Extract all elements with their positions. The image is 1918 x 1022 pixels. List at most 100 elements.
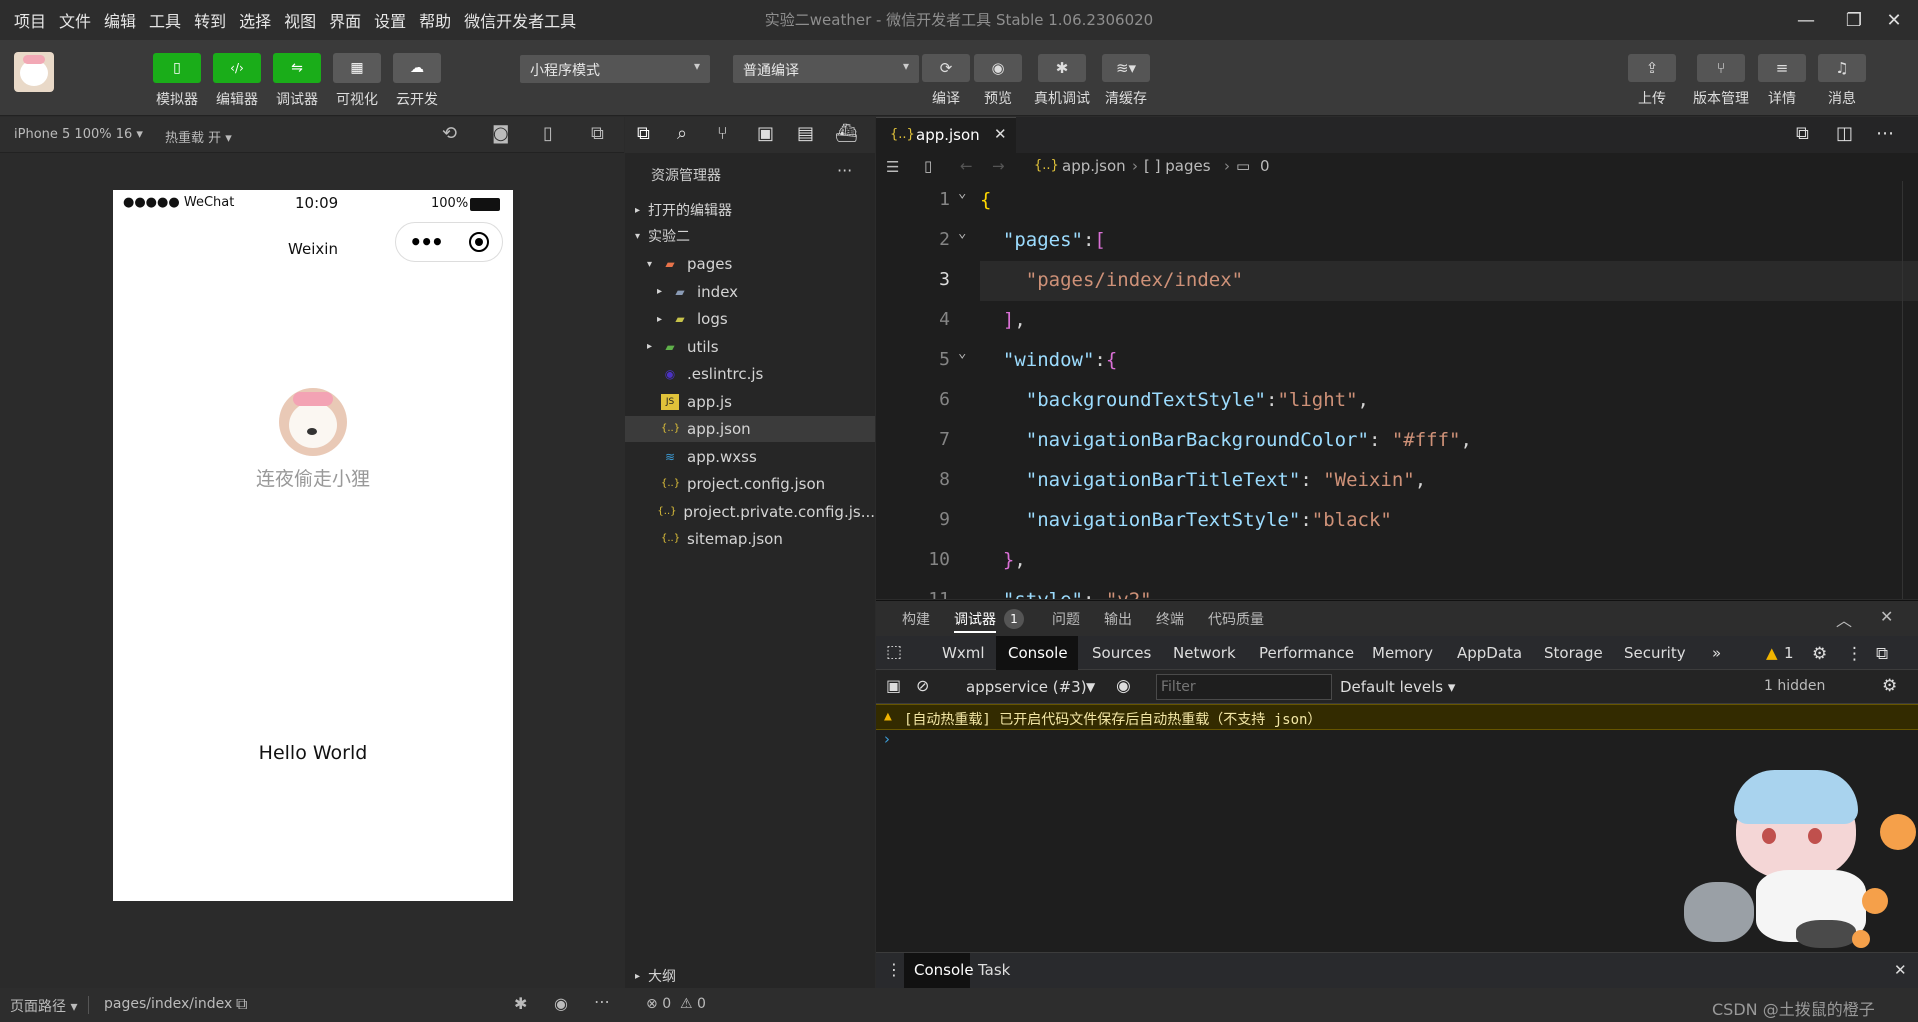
version-button[interactable]: ⑂ 版本管理 — [1686, 54, 1756, 108]
stop-icon[interactable]: ◙ — [492, 123, 509, 144]
drawer-tab-console[interactable]: Console — [914, 961, 974, 979]
tree-item[interactable]: ◉ .eslintrc.js — [625, 361, 875, 387]
tree-item[interactable]: ≋ app.wxss — [625, 444, 875, 470]
tab-code-quality[interactable]: 代码质量 — [1208, 609, 1264, 629]
tree-item[interactable]: ▸ ▰ utils — [625, 334, 875, 360]
more-tabs-icon[interactable]: » — [1712, 644, 1721, 662]
copy-path-icon[interactable]: ⧉ — [236, 994, 247, 1014]
editor-toggle[interactable]: ‹/› 编辑器 — [212, 53, 262, 109]
tab-problems[interactable]: 问题 — [1052, 609, 1080, 629]
more-icon[interactable]: ••• — [409, 230, 443, 254]
tree-item[interactable]: {..} project.config.json — [625, 471, 875, 497]
sidebar-toggle-icon[interactable]: ▣ — [886, 676, 901, 695]
tab-memory[interactable]: Memory — [1372, 644, 1433, 662]
simulator-toggle[interactable]: ▯ 模拟器 — [152, 53, 202, 109]
list-icon[interactable]: ☰ — [886, 158, 899, 176]
tab-storage[interactable]: Storage — [1544, 644, 1603, 662]
close-capsule-icon[interactable] — [468, 232, 489, 252]
upload-button[interactable]: ⇪ 上传 — [1622, 54, 1682, 108]
tab-debugger[interactable]: 调试器 — [954, 609, 996, 629]
tab-performance[interactable]: Performance — [1259, 644, 1354, 662]
compile-button[interactable]: ⟳ 编译 — [916, 54, 976, 108]
split-editor-icon[interactable]: ◫ — [1836, 123, 1853, 144]
clear-cache-button[interactable]: ≋▾ 清缓存 — [1096, 54, 1156, 108]
tree-item[interactable]: {..} project.private.config.js... — [625, 499, 875, 525]
warning-count-status[interactable]: ⚠ 0 — [680, 996, 706, 1012]
menu-item[interactable]: 视图 — [284, 8, 316, 32]
project-root[interactable]: ▾ 实验二 — [625, 223, 875, 249]
tab-console[interactable]: Console — [1008, 644, 1068, 662]
fold-icon[interactable]: ⌄ — [958, 225, 966, 241]
remote-debug-button[interactable]: ✱ 真机调试 — [1031, 54, 1093, 108]
breadcrumb-item[interactable]: app.json — [1062, 157, 1126, 175]
menu-item[interactable]: 编辑 — [104, 8, 136, 32]
drawer-tab-task[interactable]: Task — [978, 961, 1010, 979]
menu-item[interactable]: 转到 — [194, 8, 226, 32]
drawer-menu-icon[interactable]: ⋮ — [886, 960, 902, 979]
context-select[interactable]: appservice (#3) — [966, 678, 1087, 696]
details-button[interactable]: ≡ 详情 — [1752, 54, 1812, 108]
fold-icon[interactable]: ⌄ — [958, 345, 966, 361]
warning-icon[interactable]: ▲ — [1766, 644, 1778, 662]
close-drawer-icon[interactable]: ✕ — [1894, 961, 1907, 979]
outline-section[interactable]: ▸ 大纲 — [625, 963, 875, 989]
eye-icon[interactable]: ◉ — [554, 994, 568, 1013]
tab-sources[interactable]: Sources — [1092, 644, 1151, 662]
git-icon[interactable]: ⑂ — [717, 123, 728, 144]
inspect-icon[interactable]: ⬚ — [886, 642, 902, 662]
tab-build[interactable]: 构建 — [902, 609, 930, 629]
editor-more-icon[interactable]: ⋯ — [1876, 123, 1894, 144]
tab-app-json[interactable]: {..} app.json ✕ — [876, 117, 1016, 153]
breadcrumb-item[interactable]: [ ] pages — [1144, 157, 1211, 175]
levels-select[interactable]: Default levels ▾ — [1340, 678, 1455, 696]
scrollbar[interactable] — [1902, 181, 1918, 599]
docker-icon[interactable]: ⛴ — [835, 123, 858, 144]
more-actions-icon[interactable]: ··· — [837, 161, 852, 180]
close-window-button[interactable]: ✕ — [1870, 0, 1918, 40]
tree-item[interactable]: ▸ ▰ logs — [625, 306, 875, 332]
tree-item[interactable]: {..} app.json — [625, 416, 875, 442]
menu-item[interactable]: 帮助 — [419, 8, 451, 32]
debugger-toggle[interactable]: ⇋ 调试器 — [272, 53, 322, 109]
clear-console-icon[interactable]: ⊘ — [916, 676, 929, 695]
device-select[interactable]: iPhone 5 100% 16 ▾ — [14, 127, 143, 142]
forward-icon[interactable]: → — [992, 157, 1005, 175]
tree-item[interactable]: JS app.js — [625, 389, 875, 415]
chevron-down-icon[interactable]: ▼ — [1086, 680, 1095, 694]
devtools-more-icon[interactable]: ⋮ — [1846, 644, 1863, 664]
panel-icon[interactable]: ▤ — [797, 123, 814, 144]
mode-select[interactable]: 小程序模式 — [520, 55, 710, 83]
tree-item[interactable]: ▸ ▰ index — [625, 279, 875, 305]
collapse-panel-icon[interactable]: ︿ — [1836, 607, 1852, 631]
tree-item[interactable]: ▾ ▰ pages — [625, 251, 875, 277]
menu-item[interactable]: 文件 — [59, 8, 91, 32]
more-icon[interactable]: ⋯ — [594, 992, 610, 1011]
compile-select[interactable]: 普通编译 — [733, 55, 919, 83]
tab-terminal[interactable]: 终端 — [1156, 609, 1184, 629]
breadcrumb-item[interactable]: 0 — [1260, 157, 1270, 175]
tab-wxml[interactable]: Wxml — [942, 644, 985, 662]
menu-item[interactable]: 设置 — [374, 8, 406, 32]
preview-button[interactable]: ◉ 预览 — [968, 54, 1028, 108]
files-icon[interactable]: ⧉ — [637, 123, 650, 144]
device-icon[interactable]: ▯ — [543, 123, 553, 144]
tab-security[interactable]: Security — [1624, 644, 1686, 662]
tab-network[interactable]: Network — [1173, 644, 1236, 662]
menu-item[interactable]: 界面 — [329, 8, 361, 32]
console-settings-icon[interactable]: ⚙ — [1882, 676, 1897, 696]
console-output[interactable]: › — [876, 730, 1918, 952]
copy-icon[interactable]: ⧉ — [1796, 123, 1809, 144]
messages-button[interactable]: ♫ 消息 — [1812, 54, 1872, 108]
bug-icon[interactable]: ✱ — [514, 994, 527, 1013]
live-expression-icon[interactable]: ◉ — [1116, 676, 1131, 696]
fold-icon[interactable]: ⌄ — [958, 185, 966, 201]
tree-item[interactable]: {..} sitemap.json — [625, 526, 875, 552]
popout-icon[interactable]: ⧉ — [591, 123, 604, 144]
menu-item[interactable]: 微信开发者工具 — [464, 8, 576, 32]
tab-appdata[interactable]: AppData — [1457, 644, 1522, 662]
avatar[interactable] — [14, 52, 54, 92]
cloud-dev-button[interactable]: ☁ 云开发 — [392, 53, 442, 109]
extensions-icon[interactable]: ▣ — [757, 123, 774, 144]
bookmark-icon[interactable]: ▯ — [924, 157, 932, 175]
error-count[interactable]: ⊗ 0 — [646, 996, 671, 1012]
